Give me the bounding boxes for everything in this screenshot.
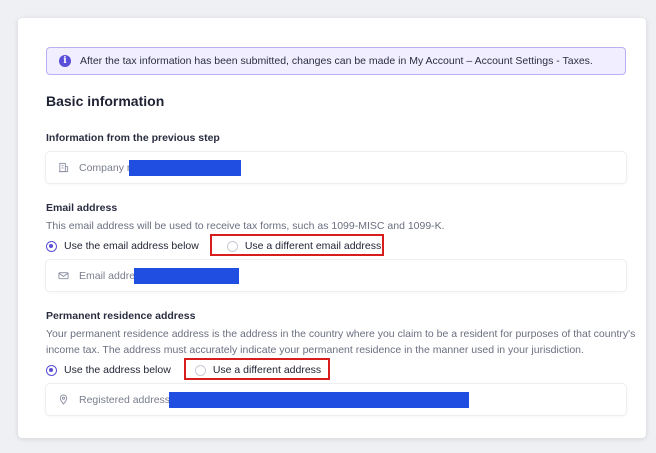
radio-selected-icon[interactable]	[46, 240, 57, 252]
email-option-below[interactable]: Use the email address below	[46, 240, 199, 252]
location-pin-icon	[58, 394, 69, 405]
redacted-block	[169, 392, 469, 408]
registered-address-placeholder: Registered address	[79, 393, 171, 406]
info-icon: i	[59, 55, 71, 67]
residence-label: Permanent residence address	[46, 310, 196, 322]
highlight-box	[184, 358, 330, 380]
email-option-below-label: Use the email address below	[64, 240, 199, 252]
address-option-below[interactable]: Use the address below	[46, 364, 171, 376]
radio-selected-icon[interactable]	[46, 364, 57, 376]
email-label: Email address	[46, 202, 118, 214]
tax-info-card: i After the tax information has been sub…	[18, 18, 646, 438]
building-icon	[58, 162, 69, 173]
redacted-block	[134, 268, 239, 284]
previous-step-label: Information from the previous step	[46, 132, 220, 144]
section-title: Basic information	[46, 93, 165, 109]
residence-description-line1: Your permanent residence address is the …	[46, 328, 636, 340]
info-notice: i After the tax information has been sub…	[46, 47, 626, 75]
email-address-field[interactable]: Email addres	[46, 260, 626, 291]
highlight-box	[210, 234, 384, 256]
email-icon	[58, 270, 69, 281]
address-option-below-label: Use the address below	[64, 364, 171, 376]
email-address-placeholder: Email addres	[79, 269, 141, 282]
residence-description-line2: income tax. The address must accurately …	[46, 344, 584, 356]
company-name-placeholder: Company n	[79, 161, 133, 174]
notice-text: After the tax information has been submi…	[80, 55, 593, 67]
redacted-block	[129, 160, 241, 176]
email-description: This email address will be used to recei…	[46, 220, 445, 232]
